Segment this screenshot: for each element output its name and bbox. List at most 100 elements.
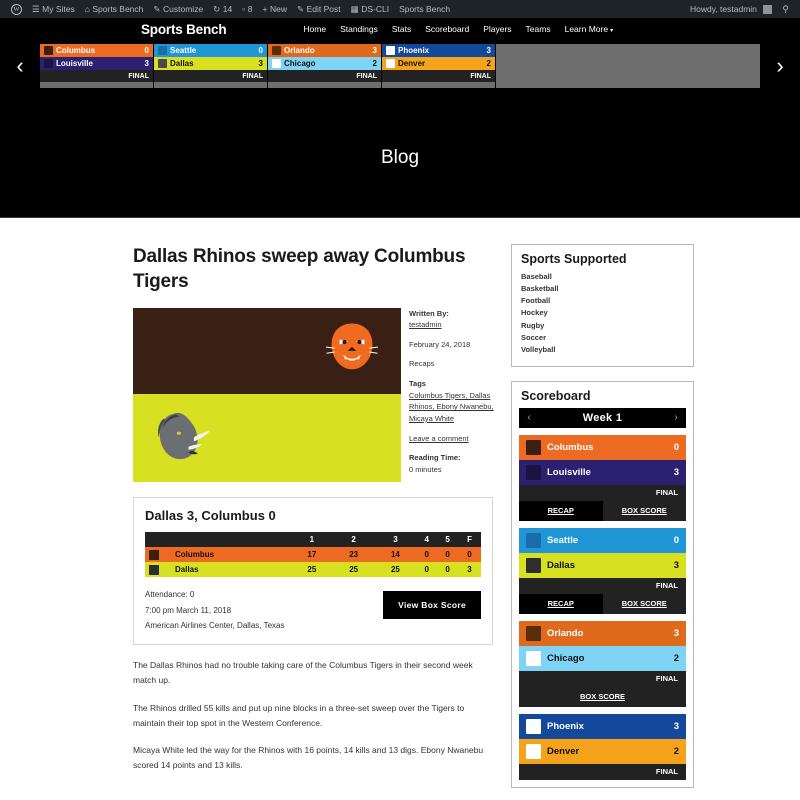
carousel-game[interactable]: Phoenix 3 Denver 2 FINAL <box>382 44 496 88</box>
team-logo-icon <box>149 549 159 560</box>
table-row: Dallas 25 25 25 0 0 3 <box>145 562 481 578</box>
admin-bar-edit-post[interactable]: ✎ Edit Post <box>292 0 346 18</box>
admin-bar-customize[interactable]: ✎ Customize <box>148 0 208 18</box>
meta-reading-time-label: Reading Time: <box>409 453 461 463</box>
box-score-link[interactable]: BOX SCORE <box>519 687 686 707</box>
carousel-team-name: Louisville <box>56 59 93 68</box>
carousel-track[interactable]: Columbus 0 Louisville 3 FINAL Seattle 0 Dallas 3… <box>40 44 760 88</box>
meta-category[interactable]: Recaps <box>409 358 495 370</box>
team-logo-icon <box>526 532 541 548</box>
carousel-team-row: Denver 2 <box>382 57 495 70</box>
admin-bar-my-account[interactable]: Howdy, testadmin <box>685 0 777 18</box>
admin-bar-wordpress-logo[interactable] <box>6 0 27 18</box>
box-score-cell: 23 <box>349 550 359 560</box>
carousel-game[interactable]: Seattle 0 Dallas 3 FINAL <box>154 44 268 88</box>
admin-bar-my-sites-label: My Sites <box>42 4 75 14</box>
nav-item-stats[interactable]: Stats <box>392 24 411 34</box>
box-score-cell: 3 <box>467 565 472 575</box>
scoreboard-game: Phoenix 3 Denver 2 FINAL <box>519 713 686 780</box>
carousel-game[interactable]: Orlando 3 Chicago 2 FINAL <box>268 44 382 88</box>
admin-bar-ds-cli[interactable]: ▦ DS-CLI <box>346 0 394 18</box>
box-score-link[interactable]: BOX SCORE <box>603 594 687 614</box>
meta-tags-links[interactable]: Columbus Tigers, Dallas Rhinos, Ebony Nw… <box>409 391 494 423</box>
site-title[interactable]: Sports Bench <box>141 22 227 37</box>
box-score-cell: 0 <box>424 565 429 575</box>
game-summary-meta: Attendance: 0 7:00 pm March 11, 2018 Ame… <box>145 587 481 633</box>
sidebar: Sports Supported Baseball Basketball Footb… <box>511 244 694 800</box>
meta-author-label: Written By: <box>409 308 449 318</box>
box-score-header-row: 12345F <box>145 532 481 548</box>
game-summary-title: Dallas 3, Columbus 0 <box>145 508 276 524</box>
sports-supported-list: Baseball Basketball Football Hockey Rugby Soc… <box>512 271 693 366</box>
meta-date: February 24, 2018 <box>409 339 471 349</box>
team-logo-icon <box>158 59 167 68</box>
leave-a-comment-link[interactable]: Leave a comment <box>409 434 469 443</box>
box-score-cell: 0 <box>445 565 450 575</box>
game-venue: American Airlines Center, Dallas, Texas <box>145 620 285 630</box>
widget-sports-supported-title: Sports Supported <box>521 252 627 266</box>
carousel-team-row: Chicago 2 <box>268 57 381 70</box>
nav-item-home[interactable]: Home <box>303 24 326 34</box>
nav-item-learn-more-label: Learn More <box>564 24 609 34</box>
scoreboard-team-score: 0 <box>673 441 679 453</box>
article-body-top: Written By: testadmin February 24, 2018 … <box>133 307 495 484</box>
box-score-team-logo-cell <box>145 562 171 577</box>
scoreboard-prev-week-button[interactable]: ‹ <box>519 412 539 423</box>
nav-item-teams[interactable]: Teams <box>526 24 551 34</box>
scoreboard-team-row: Orlando 3 <box>519 620 686 646</box>
carousel-team-name: Dallas <box>170 59 194 68</box>
view-box-score-button[interactable]: View Box Score <box>383 591 481 620</box>
carousel-team-score: 2 <box>486 59 491 68</box>
box-score-cell: 0 <box>445 550 450 560</box>
carousel-team-score: 3 <box>144 59 149 68</box>
scoreboard-game: Seattle 0 Dallas 3 FINAL RECAP BOX SCORE <box>519 527 687 614</box>
article-paragraph: The Dallas Rhinos had no trouble taking … <box>133 659 473 685</box>
nav-item-players[interactable]: Players <box>483 24 511 34</box>
widget-scoreboard: Scoreboard ‹ Week 1 › Columbus 0 Louisvill… <box>511 380 694 788</box>
team-logo-icon <box>158 46 167 55</box>
admin-bar-search[interactable]: ⚲ <box>777 0 794 18</box>
admin-bar-my-sites[interactable]: ☰ My Sites <box>27 0 80 18</box>
recap-link[interactable]: RECAP <box>519 593 603 614</box>
admin-bar-sports-bench[interactable]: Sports Bench <box>394 0 455 18</box>
edit-icon: ✎ <box>297 3 305 14</box>
nav-item-standings[interactable]: Standings <box>340 24 378 34</box>
admin-bar-comments[interactable]: ▫ 8 <box>237 0 257 18</box>
scoreboard-next-week-button[interactable]: › <box>666 412 686 423</box>
admin-bar-new[interactable]: + New <box>258 0 292 18</box>
meta-reading-time-value: 0 minutes <box>409 464 442 474</box>
meta-author-link[interactable]: testadmin <box>409 320 442 329</box>
carousel-team-score: 0 <box>144 46 149 55</box>
scoreboard-team-score: 3 <box>673 627 679 639</box>
admin-bar-edit-post-label: Edit Post <box>306 4 341 14</box>
article: Dallas Rhinos sweep away Columbus Tigers <box>133 244 495 800</box>
scoreboard-game-links: RECAP BOX SCORE <box>519 593 687 614</box>
nav-item-scoreboard[interactable]: Scoreboard <box>425 24 469 34</box>
sites-icon: ☰ <box>32 3 40 14</box>
game-summary-details: Attendance: 0 7:00 pm March 11, 2018 Ame… <box>145 587 284 633</box>
carousel-team-score: 2 <box>372 59 377 68</box>
box-score-link[interactable]: BOX SCORE <box>603 501 687 521</box>
carousel-prev-button[interactable]: ‹ <box>0 44 40 88</box>
box-score-column-header: 4 <box>416 532 438 548</box>
admin-bar-updates[interactable]: ↻ 14 <box>208 0 237 18</box>
recap-link[interactable]: RECAP <box>519 500 603 521</box>
scoreboard-game: Orlando 3 Chicago 2 FINAL BOX SCORE <box>519 620 686 707</box>
carousel-game[interactable]: Columbus 0 Louisville 3 FINAL <box>40 44 154 88</box>
scoreboard-team-name: Seattle <box>547 534 579 546</box>
list-item: Baseball <box>521 272 552 281</box>
rhino-head-logo-icon <box>158 412 211 459</box>
admin-bar-howdy-label: Howdy, testadmin <box>689 4 757 14</box>
carousel-next-button[interactable]: › <box>760 44 800 88</box>
content-area: Dallas Rhinos sweep away Columbus Tigers <box>0 218 800 800</box>
box-score-body: Columbus 17 23 14 0 0 0 Dallas 25 25 25 0 0 3 <box>145 547 481 578</box>
tiger-head-logo-icon <box>325 322 379 369</box>
meta-comment-link-wrap: Leave a comment <box>409 433 495 445</box>
article-title: Dallas Rhinos sweep away Columbus Tigers <box>133 246 466 293</box>
admin-bar-site-name[interactable]: ⌂ Sports Bench <box>80 0 149 18</box>
nav-item-learn-more[interactable]: Learn More ▾ <box>565 24 613 34</box>
carousel-team-name: Denver <box>398 59 426 68</box>
scoreboard-team-row: Seattle 0 <box>519 527 686 553</box>
box-score-column-header: 2 <box>332 532 375 548</box>
carousel-team-score: 0 <box>258 46 263 55</box>
